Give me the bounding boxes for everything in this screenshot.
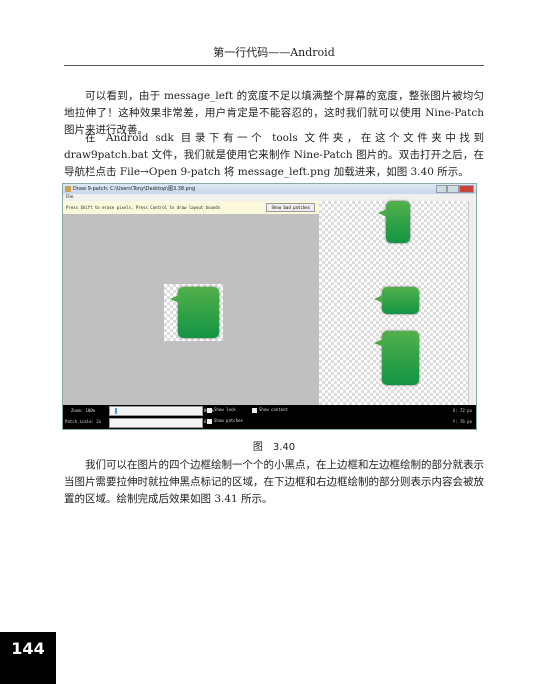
- x-readout: X: 72 px: [452, 408, 472, 413]
- edit-canvas[interactable]: [63, 214, 319, 405]
- title-bar: Draw 9-patch: C:\Users\Tony\Desktop\图3.3…: [63, 184, 476, 194]
- patch-scale-label: Patch scale: 2x: [65, 419, 102, 424]
- window-title: Draw 9-patch: C:\Users\Tony\Desktop\图3.3…: [73, 186, 196, 192]
- speech-bubble-image: [170, 287, 219, 338]
- draw9patch-window-screenshot: Draw 9-patch: C:\Users\Tony\Desktop\图3.3…: [62, 183, 477, 430]
- image-edit-area[interactable]: [164, 284, 223, 341]
- show-content-checkbox[interactable]: Show content: [252, 407, 288, 413]
- minimize-icon[interactable]: [436, 185, 448, 193]
- show-patches-label: Show patches: [214, 418, 243, 423]
- show-bad-patches-button[interactable]: Show bad patches: [266, 203, 315, 212]
- preview-panel: [319, 201, 469, 405]
- checkbox-icon[interactable]: [207, 418, 212, 424]
- window-controls: [436, 185, 474, 193]
- checkbox-icon[interactable]: [207, 407, 212, 413]
- preview-bubble-large: [374, 331, 419, 385]
- paragraph-2: 在 Android sdk 目录下有一个 tools 文件夹，在这个文件夹中找到…: [64, 132, 484, 178]
- status-bar: Zoom: 100% 800% Patch scale: 2x 6x Show …: [63, 405, 476, 429]
- preview-bubble-tall: [378, 201, 410, 243]
- preview-scrollbar[interactable]: [468, 201, 476, 405]
- show-lock-checkbox[interactable]: Show lock: [207, 407, 236, 413]
- zoom-slider-thumb[interactable]: [114, 408, 117, 414]
- app-icon: [65, 186, 71, 192]
- y-readout: Y: 76 px: [452, 419, 472, 424]
- show-content-label: Show content: [259, 407, 288, 412]
- show-lock-label: Show lock: [214, 407, 236, 412]
- page-number: 144: [0, 632, 56, 684]
- figure-caption: 图 3.40: [252, 442, 296, 453]
- zoom-slider[interactable]: [109, 406, 203, 416]
- hint-bar: Press Shift to erase pixels. Press Contr…: [63, 201, 319, 214]
- preview-bubble-wide: [374, 287, 419, 314]
- book-page: 第一行代码——Android 可以看到，由于 message_left 的宽度不…: [0, 0, 548, 684]
- patch-scale-slider[interactable]: [109, 418, 203, 428]
- paragraph-3: 我们可以在图片的四个边框绘制一个个的小黑点，在上边框和左边框绘制的部分就表示当图…: [64, 459, 484, 505]
- menu-file[interactable]: File: [63, 194, 476, 201]
- hint-text: Press Shift to erase pixels. Press Contr…: [66, 205, 221, 210]
- running-header: 第一行代码——Android: [64, 44, 484, 66]
- show-patches-checkbox[interactable]: Show patches: [207, 418, 243, 424]
- checkbox-icon[interactable]: [252, 407, 257, 413]
- zoom-label: Zoom: 100%: [71, 408, 96, 413]
- close-icon[interactable]: [458, 185, 474, 193]
- maximize-icon[interactable]: [447, 185, 459, 193]
